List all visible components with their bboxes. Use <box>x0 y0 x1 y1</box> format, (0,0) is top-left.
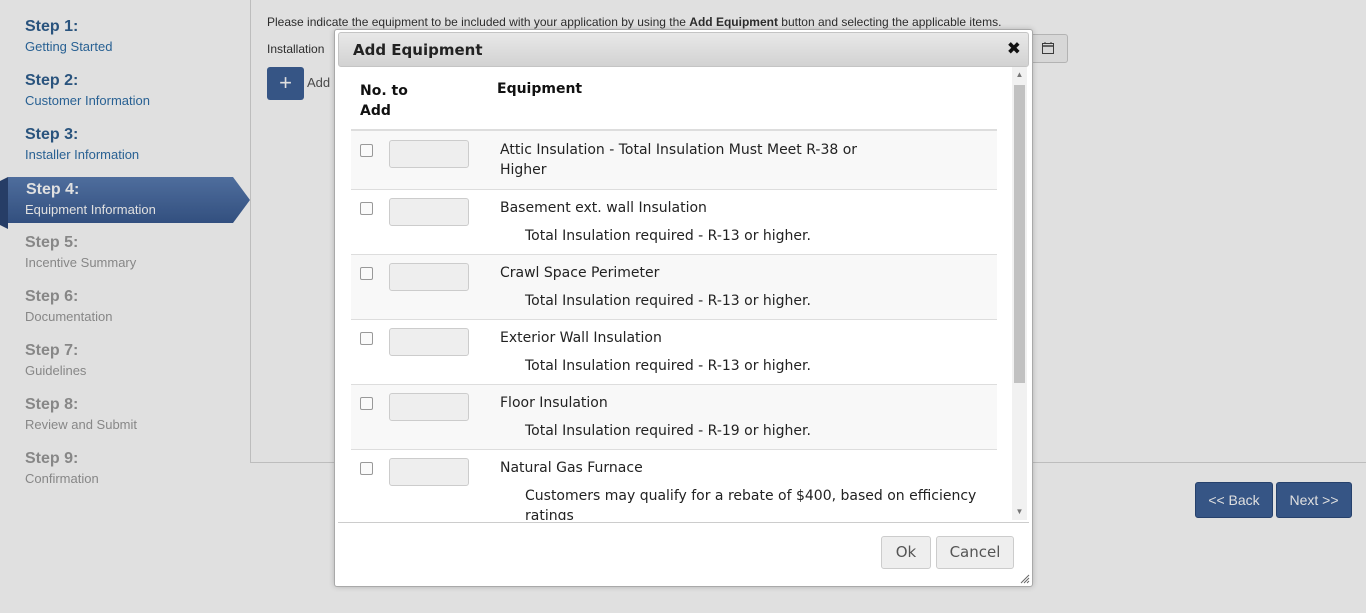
row-checkbox[interactable] <box>360 144 373 157</box>
equipment-name: Floor Insulation <box>500 395 608 411</box>
dialog-body: No. to Add Equipment Attic Insulation - … <box>338 67 1028 520</box>
close-icon[interactable]: ✖ <box>1007 39 1021 59</box>
footer-divider <box>338 522 1029 523</box>
equipment-name: Attic Insulation - Total Insulation Must… <box>500 140 920 180</box>
row-checkbox[interactable] <box>360 397 373 410</box>
dialog-title: Add Equipment <box>353 41 483 59</box>
quantity-input[interactable] <box>389 393 469 421</box>
quantity-input[interactable] <box>389 198 469 226</box>
qty-header-line2: Add <box>360 103 391 119</box>
dialog-scrollbar[interactable]: ▲ ▼ <box>1012 67 1027 520</box>
equipment-row: Floor Insulation Total Insulation requir… <box>351 385 997 450</box>
equipment-description-line2: ratings <box>525 508 574 520</box>
equipment-name-line2: Higher <box>500 162 547 178</box>
equipment-name: Natural Gas Furnace <box>500 460 643 476</box>
scrollbar-thumb[interactable] <box>1014 85 1025 383</box>
equipment-description: Total Insulation required - R-13 or high… <box>525 358 811 374</box>
quantity-input[interactable] <box>389 328 469 356</box>
equipment-description: Customers may qualify for a rebate of $4… <box>525 486 995 520</box>
quantity-input[interactable] <box>389 140 469 168</box>
equipment-name-line1: Attic Insulation - Total Insulation Must… <box>500 142 858 158</box>
resize-handle-icon[interactable] <box>1020 574 1030 584</box>
equipment-row: Basement ext. wall Insulation Total Insu… <box>351 190 997 255</box>
equipment-description: Total Insulation required - R-19 or high… <box>525 423 811 439</box>
column-header-equipment: Equipment <box>497 81 583 97</box>
equipment-name: Crawl Space Perimeter <box>500 265 660 281</box>
row-checkbox[interactable] <box>360 267 373 280</box>
equipment-description: Total Insulation required - R-13 or high… <box>525 228 811 244</box>
equipment-name: Exterior Wall Insulation <box>500 330 662 346</box>
equipment-row: Natural Gas Furnace Customers may qualif… <box>351 450 997 520</box>
quantity-input[interactable] <box>389 458 469 486</box>
equipment-name: Basement ext. wall Insulation <box>500 200 707 216</box>
ok-button[interactable]: Ok <box>881 536 931 569</box>
scroll-down-arrow-icon[interactable]: ▼ <box>1015 507 1024 517</box>
equipment-description: Total Insulation required - R-13 or high… <box>525 293 811 309</box>
scroll-up-arrow-icon[interactable]: ▲ <box>1015 70 1024 80</box>
row-checkbox[interactable] <box>360 202 373 215</box>
equipment-row: Exterior Wall Insulation Total Insulatio… <box>351 320 997 385</box>
row-checkbox[interactable] <box>360 332 373 345</box>
add-equipment-dialog: Add Equipment ✖ No. to Add Equipment Att… <box>334 29 1033 587</box>
column-header-qty: No. to Add <box>360 81 408 121</box>
dialog-titlebar[interactable]: Add Equipment ✖ <box>338 32 1029 67</box>
equipment-row: Crawl Space Perimeter Total Insulation r… <box>351 255 997 320</box>
row-checkbox[interactable] <box>360 462 373 475</box>
qty-header-line1: No. to <box>360 83 408 99</box>
equipment-description-line1: Customers may qualify for a rebate of $4… <box>525 488 977 504</box>
equipment-row: Attic Insulation - Total Insulation Must… <box>351 131 997 190</box>
cancel-button[interactable]: Cancel <box>936 536 1014 569</box>
quantity-input[interactable] <box>389 263 469 291</box>
